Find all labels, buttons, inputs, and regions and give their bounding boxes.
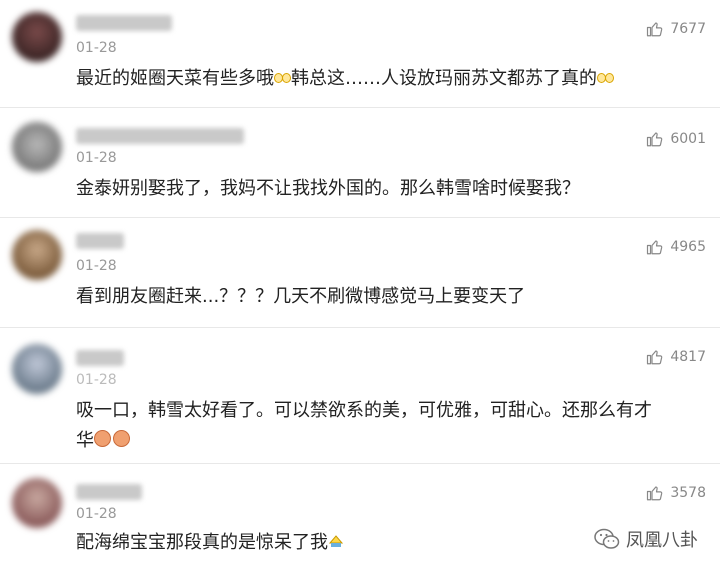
comment-date: 01-28	[76, 150, 117, 166]
thumbs-up-icon	[647, 22, 663, 37]
username-blurred[interactable]	[76, 128, 244, 144]
comment-date: 01-28	[76, 40, 117, 56]
watermark: 凤凰八卦	[594, 526, 698, 552]
comment-text: 最近的姬圈天菜有些多哦 韩总这……人设放玛丽苏文都苏了真的	[76, 64, 666, 94]
comment-text: 吸一口，韩雪太好看了。可以禁欲系的美，可优雅，可甜心。还那么有才 华	[76, 396, 666, 456]
comment-item: 01-28 最近的姬圈天菜有些多哦 韩总这……人设放玛丽苏文都苏了真的 7677	[0, 0, 720, 108]
emoji-icon	[94, 430, 111, 447]
comment-text: 配海绵宝宝那段真的是惊呆了我	[76, 528, 666, 558]
avatar[interactable]	[12, 344, 62, 394]
emoji-icon	[113, 430, 130, 447]
like-button[interactable]: 6001	[646, 130, 706, 148]
emoji-icon	[597, 71, 614, 85]
like-count: 7677	[670, 21, 706, 37]
username-blurred[interactable]	[76, 233, 124, 249]
watermark-label: 凤凰八卦	[626, 530, 698, 551]
thumbs-up-icon	[647, 486, 663, 501]
username-blurred[interactable]	[76, 350, 124, 366]
like-count: 4965	[670, 239, 706, 255]
comment-date: 01-28	[76, 258, 117, 274]
thumbs-up-icon	[647, 132, 663, 147]
comment-text-line: 华	[76, 426, 666, 456]
avatar[interactable]	[12, 478, 62, 528]
username-blurred[interactable]	[76, 15, 172, 31]
comment-text: 金泰妍别娶我了，我妈不让我找外国的。那么韩雪啥时候娶我？	[76, 178, 580, 199]
comment-text-part: 韩总这……人设放玛丽苏文都苏了真的	[291, 68, 597, 89]
comment-item: 01-28 金泰妍别娶我了，我妈不让我找外国的。那么韩雪啥时候娶我？ 6001	[0, 108, 720, 218]
emoji-icon	[328, 535, 344, 547]
comment-date: 01-28	[76, 372, 117, 388]
like-button[interactable]: 7677	[646, 20, 706, 38]
avatar[interactable]	[12, 12, 62, 62]
comment-text: 看到朋友圈赶来...？？？几天不刷微博感觉马上要变天了	[76, 286, 526, 307]
avatar[interactable]	[12, 122, 62, 172]
wechat-icon	[594, 528, 620, 549]
like-button[interactable]: 3578	[646, 484, 706, 502]
comment-text-part: 最近的姬圈天菜有些多哦	[76, 68, 274, 89]
like-button[interactable]: 4817	[646, 348, 706, 366]
comment-text-part: 华	[76, 430, 94, 451]
thumbs-up-icon	[647, 350, 663, 365]
comment-item: 01-28 配海绵宝宝那段真的是惊呆了我 3578	[0, 464, 720, 568]
avatar[interactable]	[12, 230, 62, 280]
thumbs-up-icon	[647, 240, 663, 255]
comment-text-line: 吸一口，韩雪太好看了。可以禁欲系的美，可优雅，可甜心。还那么有才	[76, 400, 652, 421]
like-count: 3578	[670, 485, 706, 501]
comment-item: 01-28 看到朋友圈赶来...？？？几天不刷微博感觉马上要变天了 4965	[0, 218, 720, 328]
username-blurred[interactable]	[76, 484, 142, 500]
comment-date: 01-28	[76, 506, 117, 522]
comment-text-part: 配海绵宝宝那段真的是惊呆了我	[76, 532, 328, 553]
like-count: 4817	[670, 349, 706, 365]
comment-item: 01-28 吸一口，韩雪太好看了。可以禁欲系的美，可优雅，可甜心。还那么有才 华…	[0, 328, 720, 464]
like-count: 6001	[670, 131, 706, 147]
like-button[interactable]: 4965	[646, 238, 706, 256]
emoji-icon	[274, 71, 291, 85]
